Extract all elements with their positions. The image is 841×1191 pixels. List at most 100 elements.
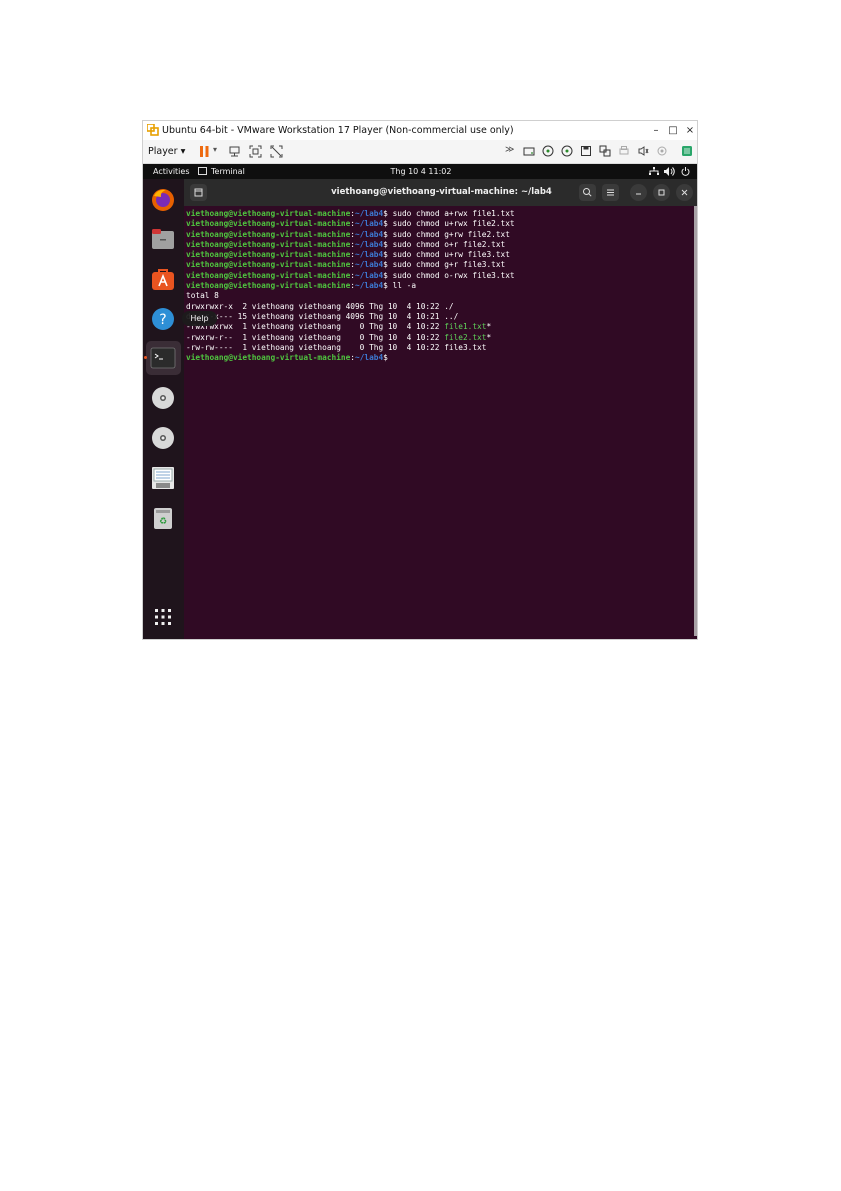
prompt-user: viethoang@viethoang-virtual-machine (186, 250, 351, 260)
terminal-line: viethoang@viethoang-virtual-machine:~/la… (186, 230, 686, 240)
trash-icon[interactable]: ♻ (150, 505, 176, 531)
command-text: sudo chmod u+rw file3.txt (387, 250, 510, 260)
pause-icon[interactable] (198, 145, 211, 158)
listing-row: -rwxrw-r-- 1 viethoang viethoang 0 Thg 1… (186, 333, 686, 343)
prompt-path: ~/lab4 (355, 229, 384, 239)
listing-row: -rw-rw---- 1 viethoang viethoang 0 Thg 1… (186, 343, 686, 353)
minimize-window-button[interactable] (630, 184, 647, 201)
network-adapter-icon[interactable] (599, 145, 611, 157)
close-button[interactable]: × (682, 123, 697, 138)
listing-name: ./ (444, 301, 454, 311)
ubuntu-desktop: Activities Terminal Thg 10 4 11:02 ? ♻ v… (143, 164, 697, 639)
search-icon (583, 188, 592, 197)
floppy-icon[interactable] (150, 465, 176, 491)
menu-button[interactable] (602, 184, 619, 201)
command-text: sudo chmod o+r file2.txt (387, 239, 506, 249)
listing-name: file3.txt (444, 342, 487, 352)
gnome-top-bar: Activities Terminal Thg 10 4 11:02 (143, 164, 697, 179)
prompt-user: viethoang@viethoang-virtual-machine (186, 270, 351, 280)
floppy-drive-icon[interactable] (580, 145, 592, 157)
search-button[interactable] (579, 184, 596, 201)
hamburger-icon (607, 189, 614, 196)
running-indicator (144, 356, 147, 359)
command-text: sudo chmod g+r file3.txt (387, 260, 506, 270)
cd-drive-icon[interactable] (542, 145, 554, 157)
terminal-title: viethoang@viethoang-virtual-machine: ~/l… (331, 187, 552, 197)
close-icon (681, 189, 688, 196)
vmware-logo-icon (147, 124, 159, 136)
close-window-button[interactable] (676, 184, 693, 201)
help-tooltip: Help (182, 311, 217, 326)
listing-meta: -rw-rw---- 1 viethoang viethoang 0 Thg 1… (186, 342, 445, 352)
prompt-user: viethoang@viethoang-virtual-machine (186, 353, 351, 363)
listing-name: ../ (444, 311, 459, 321)
disc-icon[interactable] (150, 385, 176, 411)
minimize-button[interactable]: – (648, 123, 664, 138)
maximize-window-button[interactable] (653, 184, 670, 201)
terminal-output[interactable]: viethoang@viethoang-virtual-machine:~/la… (186, 209, 686, 629)
disc-icon[interactable] (150, 425, 176, 451)
clock[interactable]: Thg 10 4 11:02 (143, 167, 697, 176)
hard-disk-icon[interactable] (523, 145, 535, 157)
terminal-window: viethoang@viethoang-virtual-machine: ~/l… (184, 179, 697, 639)
total-text: total 8 (186, 291, 219, 301)
prompt-path: ~/lab4 (355, 239, 384, 249)
sound-icon[interactable] (637, 145, 649, 157)
terminal-line: viethoang@viethoang-virtual-machine:~/la… (186, 271, 686, 281)
terminal-line: viethoang@viethoang-virtual-machine:~/la… (186, 281, 686, 291)
files-icon[interactable] (150, 226, 176, 252)
player-menu[interactable]: Player ▾ (148, 146, 185, 157)
fullscreen-icon[interactable] (249, 145, 262, 158)
vmware-title: Ubuntu 64-bit - VMware Workstation 17 Pl… (162, 125, 514, 136)
listing-meta: drwxr-x--- 15 viethoang viethoang 4096 T… (186, 311, 445, 321)
terminal-line: viethoang@viethoang-virtual-machine:~/la… (186, 260, 686, 270)
pause-dropdown-icon[interactable]: ▾ (213, 145, 217, 154)
unity-icon[interactable] (270, 145, 283, 158)
listing-row: drwxrwxr-x 2 viethoang viethoang 4096 Th… (186, 302, 686, 312)
app-center-icon[interactable] (150, 266, 176, 292)
terminal-line: total 8 (186, 291, 686, 301)
command-text: sudo chmod g+rw file2.txt (387, 229, 510, 239)
terminal-icon[interactable] (150, 345, 176, 371)
prompt-path: ~/lab4 (355, 209, 384, 218)
printer-icon[interactable] (618, 145, 630, 157)
vmware-window: Ubuntu 64-bit - VMware Workstation 17 Pl… (142, 120, 698, 640)
firefox-icon[interactable] (150, 187, 176, 213)
power-icon[interactable] (681, 167, 690, 176)
help-icon[interactable]: ? (150, 306, 176, 332)
listing-suffix: * (486, 322, 492, 332)
prompt-user: viethoang@viethoang-virtual-machine (186, 239, 351, 249)
app-grid-icon[interactable] (150, 604, 176, 630)
vmware-titlebar: Ubuntu 64-bit - VMware Workstation 17 Pl… (143, 121, 697, 140)
command-text: sudo chmod o-rwx file3.txt (387, 270, 515, 280)
command-text: ll -a (387, 281, 417, 291)
listing-meta: -rwxrwxrwx 1 viethoang viethoang 0 Thg 1… (186, 322, 445, 332)
listing-row: -rwxrwxrwx 1 viethoang viethoang 0 Thg 1… (186, 322, 686, 332)
terminal-line: viethoang@viethoang-virtual-machine:~/la… (186, 209, 686, 219)
volume-icon[interactable] (664, 167, 675, 176)
library-icon[interactable] (681, 145, 693, 157)
prompt-user: viethoang@viethoang-virtual-machine (186, 229, 351, 239)
network-icon[interactable] (649, 167, 659, 176)
svg-text:♻: ♻ (159, 517, 167, 527)
listing-name: file2.txt (444, 332, 487, 342)
listing-suffix: * (486, 332, 492, 342)
send-ctrl-alt-del-icon[interactable] (228, 145, 241, 158)
prompt-path: ~/lab4 (355, 281, 384, 291)
maximize-button[interactable]: □ (665, 123, 681, 138)
command-text: sudo chmod a+rwx file1.txt (387, 209, 515, 218)
settings-icon[interactable] (656, 145, 668, 157)
prompt-user: viethoang@viethoang-virtual-machine (186, 260, 351, 270)
listing-meta: drwxrwxr-x 2 viethoang viethoang 4096 Th… (186, 301, 445, 311)
prompt-path: ~/lab4 (355, 260, 384, 270)
cd-drive-2-icon[interactable] (561, 145, 573, 157)
terminal-header: viethoang@viethoang-virtual-machine: ~/l… (184, 179, 697, 206)
scrollbar[interactable] (694, 206, 697, 636)
maximize-icon (658, 189, 665, 196)
command-text: sudo chmod u+rwx file2.txt (387, 219, 515, 229)
terminal-line: viethoang@viethoang-virtual-machine:~/la… (186, 353, 686, 363)
listing-meta: -rwxrw-r-- 1 viethoang viethoang 0 Thg 1… (186, 332, 445, 342)
more-icon[interactable]: ≫ (505, 145, 517, 157)
listing-name: file1.txt (444, 322, 487, 332)
prompt-dollar: $ (383, 353, 388, 363)
